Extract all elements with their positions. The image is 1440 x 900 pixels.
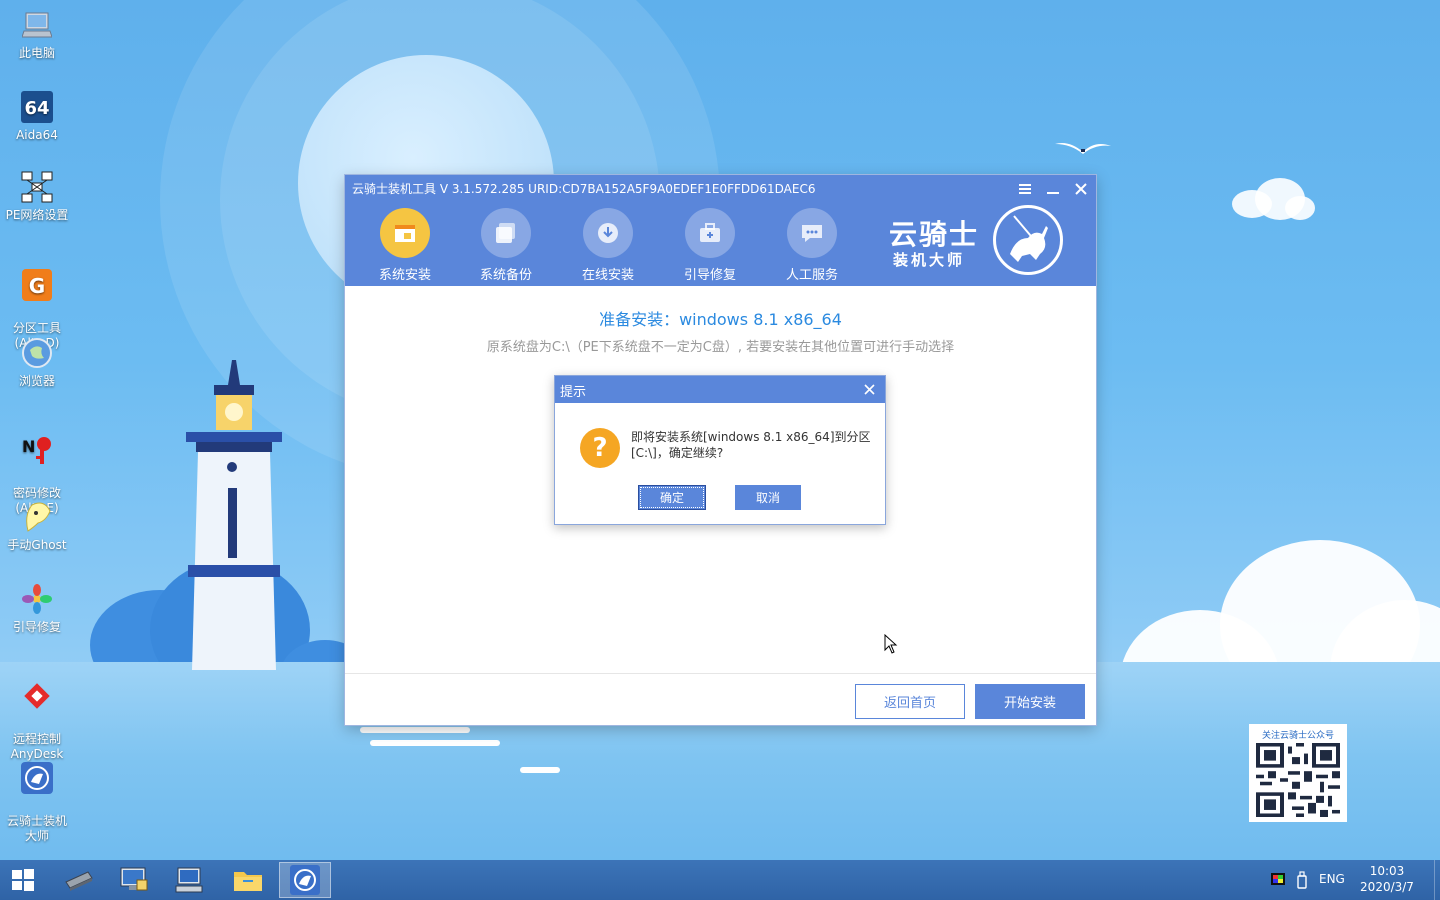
- window-title: 云骑士装机工具 V 3.1.572.285 URID:CD7BA152A5F9A…: [352, 182, 816, 196]
- desktop-icon-label: 浏览器: [18, 374, 55, 388]
- qr-code-icon: [1256, 743, 1340, 817]
- question-icon: ?: [580, 428, 620, 468]
- taskbar-yunqishi[interactable]: [279, 862, 331, 898]
- window-footer: 返回首页 开始安装: [345, 673, 1096, 725]
- taskbar-hardware-tool[interactable]: [52, 862, 104, 898]
- taskbar-file-explorer[interactable]: [222, 862, 274, 898]
- start-install-button[interactable]: 开始安装: [975, 684, 1085, 719]
- desktop-icon-label: PE网络设置: [5, 208, 69, 222]
- clock-date: 2020/3/7: [1360, 880, 1414, 894]
- desktop-icon-label: 手动Ghost: [7, 538, 67, 552]
- taskbar-remote-tool[interactable]: [164, 862, 216, 898]
- svg-text:64: 64: [24, 98, 49, 119]
- minimize-button[interactable]: [1043, 179, 1063, 199]
- network-monitor-icon: [120, 867, 148, 891]
- taskbar-network-tool[interactable]: [108, 862, 160, 898]
- password-icon: N: [20, 433, 54, 467]
- desktop-icon-boot-repair[interactable]: 引导修复: [2, 582, 72, 635]
- close-button[interactable]: [1071, 179, 1091, 199]
- backup-icon: [481, 208, 531, 258]
- nav-label: 系统安装: [378, 268, 431, 283]
- install-icon: [380, 208, 430, 258]
- diskgenius-icon: G: [20, 268, 54, 302]
- cancel-button[interactable]: 取消: [735, 485, 801, 510]
- desktop-icon-ghost[interactable]: 手动Ghost: [2, 500, 72, 553]
- nav-system-backup[interactable]: 系统备份: [466, 208, 546, 283]
- windows-logo-icon: [12, 869, 34, 891]
- nav-manual-service[interactable]: 人工服务: [772, 208, 852, 283]
- ghost-icon: [20, 500, 54, 534]
- download-icon: [583, 208, 633, 258]
- memory-chip-icon: [65, 871, 93, 891]
- install-heading: 准备安装：windows 8.1 x86_64: [599, 310, 842, 329]
- desktop-icon-label: 引导修复: [12, 620, 61, 634]
- nav-online-install[interactable]: 在线安装: [568, 208, 648, 283]
- display-tray-icon[interactable]: [1270, 872, 1286, 888]
- start-button[interactable]: [0, 862, 46, 898]
- window-header: 云骑士装机工具 V 3.1.572.285 URID:CD7BA152A5F9A…: [345, 175, 1096, 286]
- remote-computer-icon: [175, 867, 203, 893]
- nav-label: 系统备份: [479, 268, 532, 283]
- nav-label: 人工服务: [785, 268, 838, 283]
- yunqishi-icon: [290, 865, 320, 895]
- minimize-icon: [1047, 192, 1059, 194]
- toolbox-icon: [685, 208, 735, 258]
- qr-title: 关注云骑士公众号: [1261, 731, 1334, 741]
- yunqishi-icon: [20, 761, 54, 795]
- desktop-icon-browser[interactable]: 浏览器: [2, 336, 72, 389]
- desktop-icon-aida64[interactable]: 64 Aida64: [2, 90, 72, 143]
- computer-icon: [20, 8, 54, 42]
- brand-name: 云骑士: [889, 218, 980, 251]
- clock[interactable]: 10:03 2020/3/7: [1356, 863, 1418, 895]
- knight-logo-icon: [993, 205, 1063, 275]
- aida64-icon: 64: [20, 90, 54, 124]
- brand-subtitle: 装机大师: [893, 251, 966, 269]
- boot-repair-icon: [20, 582, 54, 616]
- network-icon: [20, 170, 54, 204]
- brand: 云骑士 装机大师: [885, 205, 1065, 275]
- dialog-header: 提示: [555, 376, 885, 403]
- clock-time: 10:03: [1369, 864, 1405, 878]
- dialog-message: 即将安装系统[windows 8.1 x86_64]到分区[C:\]，确定继续?: [631, 430, 871, 460]
- mouse-cursor-icon: [884, 634, 898, 654]
- show-desktop-button[interactable]: [1434, 860, 1440, 900]
- menu-icon: [1019, 184, 1031, 194]
- taskbar: ENG 10:03 2020/3/7: [0, 860, 1440, 900]
- nav-boot-repair[interactable]: 引导修复: [670, 208, 750, 283]
- nav-system-install[interactable]: 系统安装: [365, 208, 445, 283]
- back-home-button[interactable]: 返回首页: [855, 684, 965, 719]
- usb-tray-icon[interactable]: [1297, 871, 1307, 889]
- browser-icon: [20, 336, 54, 370]
- desktop-icon-yunqishi[interactable]: 云骑士装机 大师: [2, 746, 72, 844]
- desktop-icon-label: 云骑士装机 大师: [6, 814, 67, 843]
- chat-icon: [787, 208, 837, 258]
- close-icon: [1075, 183, 1087, 195]
- close-icon: [863, 383, 875, 395]
- confirm-button[interactable]: 确定: [638, 485, 706, 510]
- qr-card: 关注云骑士公众号: [1249, 724, 1347, 822]
- nav-label: 在线安装: [581, 268, 634, 283]
- dialog-close-button[interactable]: [859, 379, 879, 399]
- desktop-icon-label: 此电脑: [18, 46, 55, 60]
- dialog-title: 提示: [560, 385, 587, 400]
- folder-icon: [234, 872, 262, 891]
- confirm-dialog: 提示 ? 即将安装系统[windows 8.1 x86_64]到分区[C:\]，…: [554, 375, 886, 525]
- nav-label: 引导修复: [683, 268, 736, 283]
- install-hint: 原系统盘为C:\（PE下系统盘不一定为C盘）, 若要安装在其他位置可进行手动选择: [486, 340, 955, 355]
- anydesk-icon: [20, 679, 54, 713]
- language-indicator[interactable]: ENG: [1319, 872, 1345, 886]
- desktop-icon-label: Aida64: [16, 128, 58, 142]
- desktop-icon-pe-network[interactable]: PE网络设置: [2, 170, 72, 223]
- svg-text:N: N: [22, 437, 35, 456]
- menu-button[interactable]: [1015, 179, 1035, 199]
- svg-text:G: G: [29, 274, 45, 298]
- desktop-icon-this-pc[interactable]: 此电脑: [2, 8, 72, 61]
